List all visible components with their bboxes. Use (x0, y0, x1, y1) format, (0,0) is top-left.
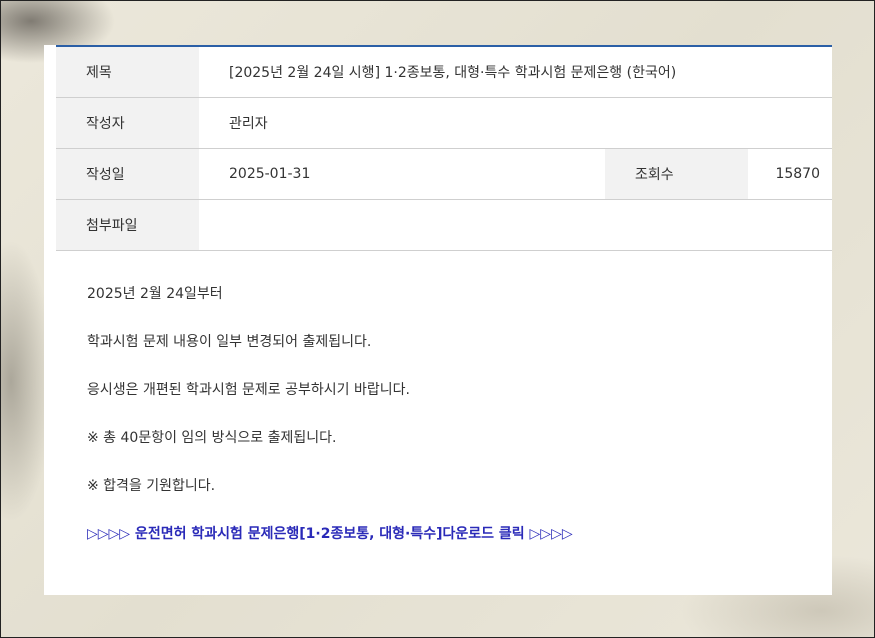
views-label: 조회수 (605, 149, 748, 199)
body-line: ※ 합격을 기원합니다. (87, 478, 216, 494)
post-title: [2025년 2월 24일 시행] 1·2종보통, 대형·특수 학과시험 문제은… (229, 65, 677, 81)
post-date: 2025-01-31 (229, 166, 311, 182)
attachment-row: 첨부파일 (56, 200, 832, 251)
post-body: 2025년 2월 24일부터 학과시험 문제 내용이 일부 변경되어 출제됩니다… (87, 285, 817, 573)
post-detail-card: 제목 [2025년 2월 24일 시행] 1·2종보통, 대형·특수 학과시험 … (44, 45, 832, 595)
post-views: 15870 (775, 166, 820, 182)
download-link[interactable]: ▷▷▷▷ 운전면허 학과시험 문제은행[1·2종보통, 대형·특수]다운로드 클… (87, 526, 573, 542)
post-info-table: 제목 [2025년 2월 24일 시행] 1·2종보통, 대형·특수 학과시험 … (56, 45, 832, 251)
page-background: 제목 [2025년 2월 24일 시행] 1·2종보통, 대형·특수 학과시험 … (0, 0, 875, 638)
body-line: 응시생은 개편된 학과시험 문제로 공부하시기 바랍니다. (87, 382, 410, 398)
body-line: ※ 총 40문항이 임의 방식으로 출제됩니다. (87, 430, 337, 446)
post-author: 관리자 (229, 116, 268, 132)
attachment-list (199, 200, 832, 250)
date-row: 작성일 2025-01-31 조회수 15870 (56, 149, 832, 200)
body-line: 2025년 2월 24일부터 (87, 286, 223, 302)
title-row: 제목 [2025년 2월 24일 시행] 1·2종보통, 대형·특수 학과시험 … (56, 47, 832, 98)
title-label: 제목 (56, 47, 199, 97)
author-label: 작성자 (56, 98, 199, 148)
author-row: 작성자 관리자 (56, 98, 832, 149)
attachment-label: 첨부파일 (56, 200, 199, 250)
date-label: 작성일 (56, 149, 199, 199)
body-line: 학과시험 문제 내용이 일부 변경되어 출제됩니다. (87, 334, 372, 350)
